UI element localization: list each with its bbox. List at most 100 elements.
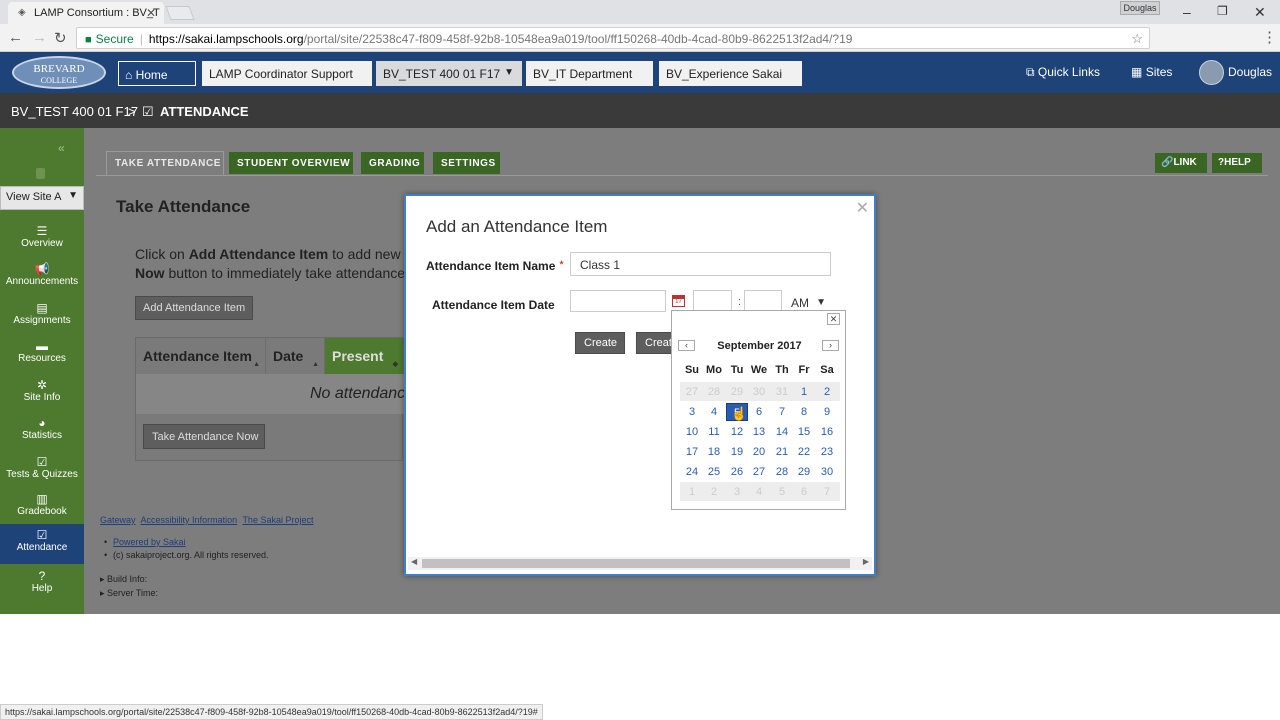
calendar-day[interactable]: 6 <box>793 483 815 501</box>
url-bar[interactable]: ■ Secure | https://sakai.lampschools.org/po… <box>76 27 1150 49</box>
site-tab-lamp-coordinator[interactable]: LAMP Coordinator Support <box>202 61 372 86</box>
column-present[interactable]: Present ◆ <box>325 338 404 374</box>
link-button[interactable]: 🔗LINK <box>1155 153 1207 173</box>
calendar-day[interactable]: 10 <box>681 423 703 441</box>
calendar-day[interactable]: 17 <box>681 443 703 461</box>
site-tab-bv-experience[interactable]: BV_Experience Sakai <box>659 61 802 86</box>
calendar-day[interactable]: 31 <box>771 383 793 401</box>
tool-item-gradebook[interactable]: ▥ Gradebook <box>0 488 84 526</box>
scrollbar-thumb[interactable] <box>422 559 850 568</box>
avatar[interactable] <box>1199 60 1224 85</box>
calendar-day[interactable]: 16 <box>816 423 838 441</box>
profile-chip[interactable]: Douglas <box>1120 1 1160 15</box>
bookmark-star-icon[interactable]: ☆ <box>1131 31 1143 47</box>
calendar-day[interactable]: 18 <box>703 443 725 461</box>
tool-item-help[interactable]: ? Help <box>0 565 84 603</box>
tab-student-overview[interactable]: STUDENT OVERVIEW <box>229 152 353 174</box>
tool-item-announcements[interactable]: 📢 Announcements <box>0 258 84 296</box>
calendar-day[interactable]: 3 <box>726 483 748 501</box>
reload-icon[interactable]: ↻ <box>54 29 67 47</box>
create-button[interactable]: Create <box>575 332 625 354</box>
tool-item-overview[interactable]: ☰ Overview <box>0 220 84 258</box>
site-tab-home[interactable]: ⌂ Home <box>118 61 196 86</box>
close-icon[interactable]: ✕ <box>856 198 869 218</box>
tool-item-resources[interactable]: ▬ Resources <box>0 335 84 373</box>
calendar-day[interactable]: 14 <box>771 423 793 441</box>
calendar-day[interactable]: 8 <box>793 403 815 421</box>
calendar-day[interactable]: 25 <box>703 463 725 481</box>
calendar-day[interactable]: 29 <box>793 463 815 481</box>
forward-icon[interactable]: → <box>32 29 47 46</box>
calendar-day[interactable]: 24 <box>681 463 703 481</box>
calendar-day[interactable]: 2 <box>816 383 838 401</box>
calendar-day[interactable]: 2 <box>703 483 725 501</box>
tab-take-attendance[interactable]: TAKE ATTENDANCE <box>106 151 224 175</box>
powered-by-link[interactable]: Powered by Sakai <box>113 537 186 547</box>
site-tab-bv-it[interactable]: BV_IT Department <box>526 61 653 86</box>
add-attendance-item-button[interactable]: Add Attendance Item <box>135 296 253 320</box>
calendar-day[interactable]: 30 <box>816 463 838 481</box>
footer-link-accessibility[interactable]: Accessibility Information <box>141 515 238 525</box>
tool-item-statistics[interactable]: ◕ Statistics <box>0 412 84 450</box>
tool-item-tests-quizzes[interactable]: ☑ Tests & Quizzes <box>0 451 84 489</box>
calendar-day[interactable]: 7 <box>816 483 838 501</box>
help-button[interactable]: ?HELP <box>1212 153 1262 173</box>
item-name-input[interactable]: Class 1 <box>570 252 831 276</box>
tab-grading[interactable]: GRADING <box>361 152 424 174</box>
hour-input[interactable] <box>693 290 732 312</box>
calendar-icon[interactable]: 17 <box>672 295 685 307</box>
sites-button[interactable]: ▦ Sites <box>1131 65 1172 79</box>
tool-item-assignments[interactable]: ▤ Assignments <box>0 297 84 335</box>
user-menu-button[interactable]: Douglas <box>1228 65 1272 79</box>
calendar-day[interactable]: 28 <box>703 383 725 401</box>
browser-tab[interactable]: ◈ LAMP Consortium : BV_T ✕ <box>8 2 164 24</box>
item-date-input[interactable] <box>570 290 666 312</box>
calendar-day[interactable]: 28 <box>771 463 793 481</box>
breadcrumb-site[interactable]: BV_TEST 400 01 F17 <box>11 104 138 119</box>
chevron-down-icon[interactable]: ▼ <box>504 67 514 78</box>
site-tab-bv-test[interactable]: BV_TEST 400 01 F17 ▼ <box>376 61 522 86</box>
calendar-day[interactable]: 4 <box>748 483 770 501</box>
breadcrumb-tool[interactable]: ATTENDANCE <box>160 104 249 119</box>
calendar-day[interactable]: 13 <box>748 423 770 441</box>
view-site-as-select[interactable]: View Site A ▼ <box>0 186 84 210</box>
build-info-toggle[interactable]: ▸ Build Info: <box>100 572 158 586</box>
tool-item-site-info[interactable]: ✲ Site Info <box>0 374 84 412</box>
tool-item-attendance[interactable]: ☑ Attendance <box>0 524 84 564</box>
college-logo[interactable]: BREVARD COLLEGE <box>12 56 106 89</box>
server-time-toggle[interactable]: ▸ Server Time: <box>100 586 158 600</box>
calendar-day[interactable]: 15 <box>793 423 815 441</box>
calendar-day[interactable]: 7 <box>771 403 793 421</box>
calendar-day[interactable]: 1 <box>681 483 703 501</box>
calendar-day[interactable]: 27 <box>748 463 770 481</box>
calendar-day[interactable]: 4 <box>703 403 725 421</box>
new-tab-button[interactable] <box>165 6 195 20</box>
column-date[interactable]: Date ▲ <box>266 338 325 374</box>
calendar-day[interactable]: 6 <box>748 403 770 421</box>
calendar-day[interactable]: 22 <box>793 443 815 461</box>
back-icon[interactable]: ← <box>8 29 23 46</box>
next-month-button[interactable]: › <box>822 340 839 351</box>
horizontal-scrollbar[interactable]: ◀ ▶ <box>408 557 872 570</box>
calendar-day[interactable]: 19 <box>726 443 748 461</box>
window-close-icon[interactable]: ✕ <box>1254 4 1266 21</box>
chrome-menu-icon[interactable]: ⋮ <box>1262 28 1277 46</box>
close-icon[interactable]: ✕ <box>827 313 840 325</box>
calendar-day[interactable]: 5 <box>771 483 793 501</box>
calendar-day[interactable]: 30 <box>748 383 770 401</box>
calendar-day[interactable]: 11 <box>703 423 725 441</box>
quick-links-button[interactable]: ⧉ Quick Links <box>1026 65 1100 80</box>
create-another-button[interactable]: Creat <box>636 332 672 354</box>
calendar-day[interactable]: 29 <box>726 383 748 401</box>
calendar-day[interactable]: 27 <box>681 383 703 401</box>
restore-icon[interactable]: ❐ <box>1217 4 1228 18</box>
calendar-day[interactable]: 9 <box>816 403 838 421</box>
footer-link-sakai-project[interactable]: The Sakai Project <box>242 515 313 525</box>
calendar-day[interactable]: 1 <box>793 383 815 401</box>
calendar-day[interactable]: 23 <box>816 443 838 461</box>
take-attendance-now-button[interactable]: Take Attendance Now <box>143 424 265 449</box>
scroll-right-icon[interactable]: ▶ <box>863 557 869 566</box>
scroll-left-icon[interactable]: ◀ <box>411 557 417 566</box>
minimize-icon[interactable]: – <box>1183 4 1191 20</box>
calendar-day[interactable]: 20 <box>748 443 770 461</box>
